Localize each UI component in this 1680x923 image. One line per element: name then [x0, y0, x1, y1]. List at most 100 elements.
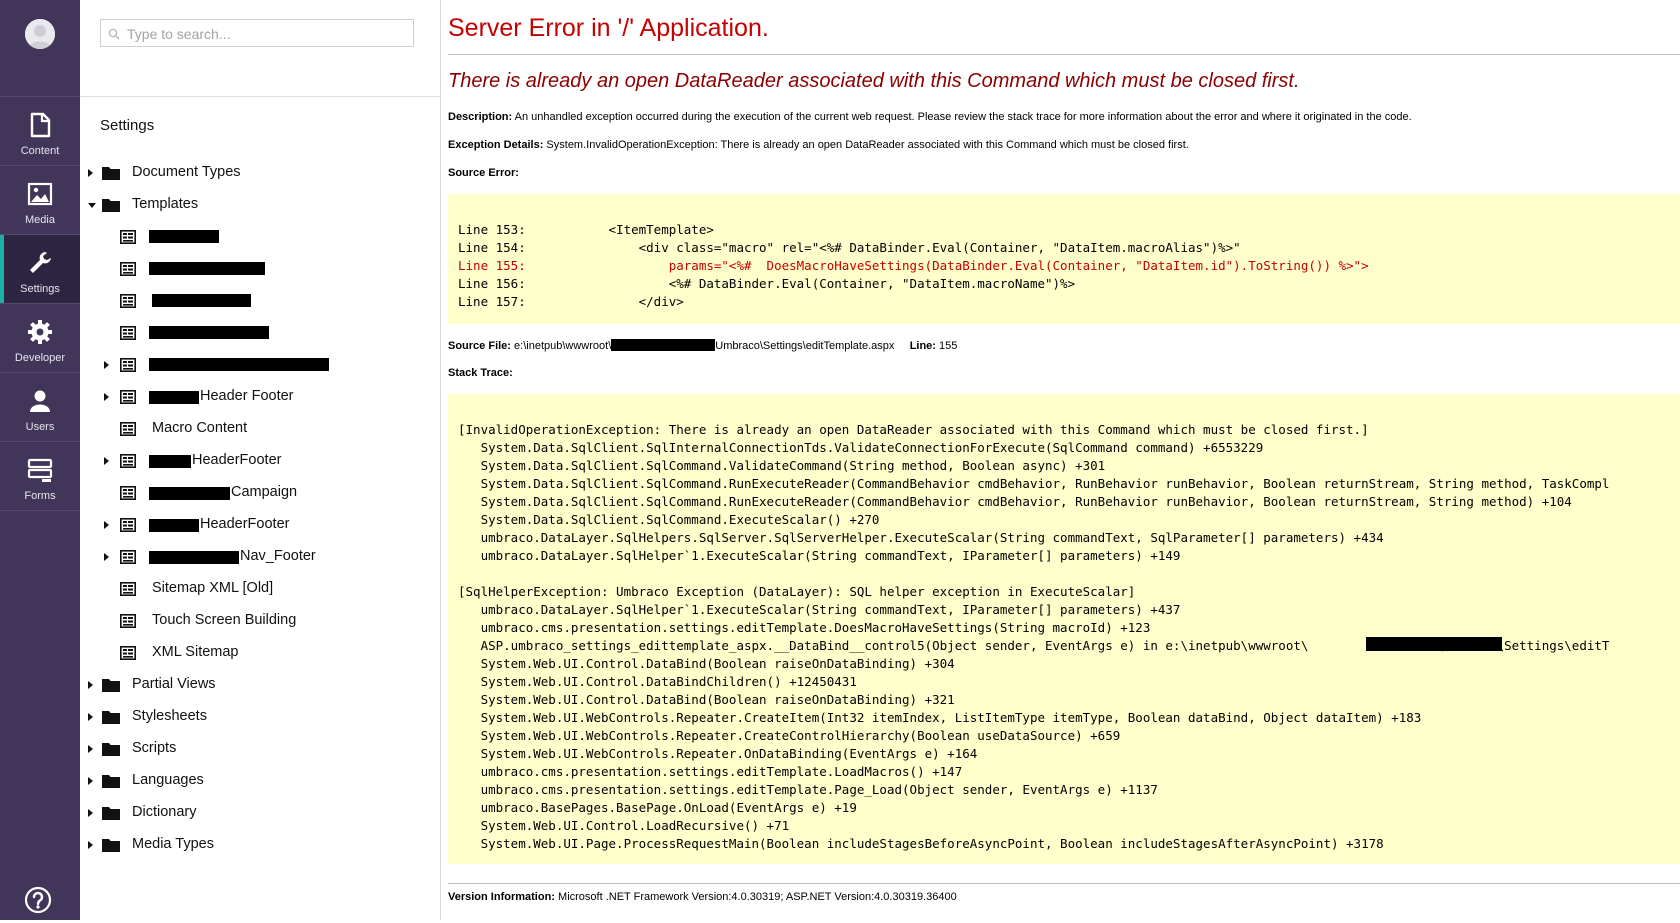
expand-arrow-icon[interactable] [88, 681, 93, 689]
tree-node-template-nav-footer[interactable]: Nav_Footer [104, 545, 420, 569]
stack-line: System.Web.UI.WebControls.Repeater.Creat… [458, 728, 1121, 743]
stack-line: System.Web.UI.WebControls.Repeater.Creat… [458, 710, 1422, 725]
section-nav: Content Media Settings Developer Users F… [0, 0, 80, 920]
stack-line: umbraco.BasePages.BasePage.OnLoad(EventA… [458, 800, 857, 815]
nav-users[interactable]: Users [0, 373, 80, 442]
stack-line: System.Web.UI.Control.DataBind(Boolean r… [458, 692, 955, 707]
folder-icon [102, 167, 120, 180]
stack-line: System.Web.UI.Control.LoadRecursive() +7… [458, 818, 790, 833]
nav-label-settings: Settings [20, 283, 60, 295]
stack-line: System.Web.UI.Control.DataBind(Boolean r… [458, 656, 955, 671]
expand-arrow-icon[interactable] [104, 361, 109, 369]
expand-arrow-icon[interactable] [104, 553, 109, 561]
description-text: An unhandled exception occurred during t… [514, 111, 1412, 123]
tree-node-template-touch-screen-building[interactable]: Touch Screen Building [120, 609, 420, 633]
redacted-label [149, 358, 329, 371]
version-label: Version Information: [448, 891, 555, 903]
redacted-label [149, 326, 269, 339]
source-line: Line 157: </div> [458, 294, 684, 309]
help-icon[interactable] [24, 886, 52, 914]
nav-label-forms: Forms [24, 490, 56, 502]
avatar-person-icon [25, 19, 55, 49]
nav-content[interactable]: Content [0, 97, 80, 166]
expand-arrow-icon[interactable] [88, 809, 93, 817]
stack-line: System.Data.SqlClient.SqlCommand.Execute… [458, 512, 880, 527]
error-page: Server Error in '/' Application. There i… [441, 0, 1680, 923]
template-icon [120, 486, 136, 500]
source-line-error: Line 155: params="<%# DoesMacroHaveSetti… [458, 258, 1369, 273]
tree-node-template-redacted-4[interactable] [120, 321, 420, 345]
tree-node-template-redacted-3[interactable] [120, 289, 420, 313]
exception-label: Exception Details: [448, 139, 544, 151]
nav-label-content: Content [20, 145, 60, 157]
expand-arrow-icon[interactable] [88, 745, 93, 753]
expand-arrow-icon[interactable] [88, 169, 93, 177]
tree-node-label: Templates [132, 196, 199, 212]
template-icon [120, 262, 136, 276]
stack-line: [SqlHelperException: Umbraco Exception (… [458, 584, 1136, 599]
tree-node-template-redacted-1[interactable] [120, 225, 420, 249]
tree-node-template-redacted-2[interactable] [120, 257, 420, 281]
template-icon [120, 454, 136, 468]
source-error-heading: Source Error: [448, 167, 519, 179]
tree-node-label: Touch Screen Building [152, 612, 297, 628]
stack-line: System.Data.SqlClient.SqlCommand.RunExec… [458, 494, 1572, 509]
collapse-arrow-icon[interactable] [88, 203, 96, 208]
forms-icon [27, 458, 53, 482]
template-icon [120, 518, 136, 532]
stack-trace-block: [InvalidOperationException: There is alr… [448, 394, 1680, 864]
image-icon [27, 182, 53, 206]
expand-arrow-icon[interactable] [88, 841, 93, 849]
stack-line: umbraco.cms.presentation.settings.editTe… [458, 620, 1151, 635]
nav-media[interactable]: Media [0, 166, 80, 235]
source-file-label: Source File: [448, 340, 511, 352]
tree-node-label: Scripts [132, 740, 177, 756]
tree-node-template-headerfooter-1[interactable]: HeaderFooter [104, 449, 420, 473]
source-line: Line 154: <div class="macro" rel="<%# Da… [458, 240, 1241, 255]
footer-divider [448, 883, 1680, 884]
tree-node-template-macro-content[interactable]: Macro Content [120, 417, 420, 441]
folder-icon [102, 679, 120, 692]
user-icon [30, 390, 50, 412]
redacted-label [149, 519, 199, 532]
description-line: Description: An unhandled exception occu… [448, 111, 1412, 123]
tree-node-template-redacted-5[interactable] [104, 353, 420, 377]
stack-line: [InvalidOperationException: There is alr… [458, 422, 1369, 437]
expand-arrow-icon[interactable] [104, 457, 109, 465]
stack-line: System.Web.UI.Control.DataBindChildren()… [458, 674, 857, 689]
source-line: Line 156: <%# DataBinder.Eval(Container,… [458, 276, 1076, 291]
template-icon [120, 614, 136, 628]
tree-section-title: Settings [100, 117, 155, 134]
nav-label-users: Users [25, 421, 55, 433]
redacted-label [149, 230, 219, 243]
nav-developer[interactable]: Developer [0, 304, 80, 373]
tree-node-template-headerfooter-2[interactable]: HeaderFooter [104, 513, 420, 537]
template-icon [120, 230, 136, 244]
redacted-path [611, 339, 716, 351]
exception-text: System.InvalidOperationException: There … [546, 139, 1189, 151]
stack-line: System.Data.SqlClient.SqlCommand.Validat… [458, 458, 1106, 473]
user-avatar[interactable] [25, 19, 55, 49]
expand-arrow-icon[interactable] [104, 521, 109, 529]
tree-search-box[interactable] [100, 19, 414, 47]
tree-node-template-sitemap-xml-old[interactable]: Sitemap XML [Old] [120, 577, 420, 601]
expand-arrow-icon[interactable] [88, 713, 93, 721]
error-message: There is already an open DataReader asso… [448, 70, 1300, 92]
tree-node-template-header-footer[interactable]: Header Footer [104, 385, 420, 409]
redacted-label [149, 391, 199, 404]
nav-forms[interactable]: Forms [0, 442, 80, 511]
wrench-icon [30, 252, 51, 273]
source-line: Line 153: <ItemTemplate> [458, 222, 714, 237]
tree-node-label: HeaderFooter [192, 452, 282, 468]
nav-settings[interactable]: Settings [0, 235, 80, 304]
nav-label-developer: Developer [14, 352, 66, 364]
tree-node-label: Partial Views [132, 676, 216, 692]
tree-node-label: Dictionary [132, 804, 197, 820]
expand-arrow-icon[interactable] [104, 393, 109, 401]
expand-arrow-icon[interactable] [88, 777, 93, 785]
tree-node-template-campaign[interactable]: Campaign [120, 481, 420, 505]
source-file-suffix: Umbraco\Settings\editTemplate.aspx [715, 340, 895, 352]
tree-node-template-xml-sitemap[interactable]: XML Sitemap [120, 641, 420, 665]
tree-header-divider [80, 96, 440, 97]
search-input[interactable] [125, 23, 409, 45]
